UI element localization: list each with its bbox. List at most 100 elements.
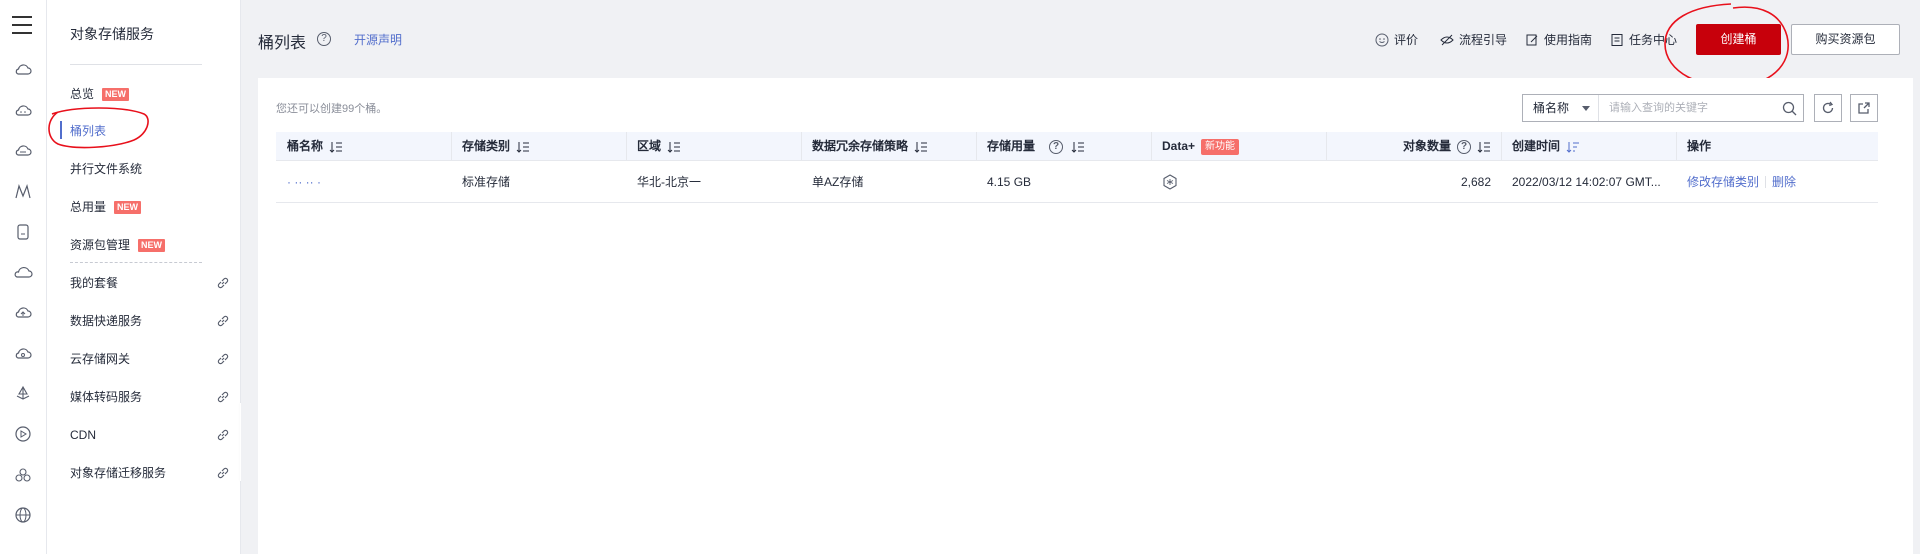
menu-item-bucket-list[interactable]: 桶列表 bbox=[70, 121, 230, 141]
col-actions: 操作 bbox=[1676, 132, 1878, 161]
col-storage-class[interactable]: 存储类别 bbox=[451, 132, 626, 161]
menu-item-my-plan[interactable]: 我的套餐 bbox=[70, 273, 230, 293]
help-icon[interactable]: ? bbox=[317, 32, 331, 46]
delete-bucket-link[interactable]: 删除 bbox=[1772, 161, 1796, 203]
search-field-select[interactable]: 桶名称 bbox=[1523, 95, 1599, 121]
action-divider bbox=[1765, 176, 1767, 188]
sort-active-icon[interactable] bbox=[1566, 141, 1580, 153]
menu-item-label: CDN bbox=[70, 428, 96, 442]
process-guide-button[interactable]: 流程引导 bbox=[1440, 31, 1507, 48]
refresh-button[interactable] bbox=[1814, 94, 1842, 122]
user-guide-button[interactable]: 使用指南 bbox=[1525, 31, 1592, 48]
sort-icon[interactable] bbox=[1071, 141, 1085, 153]
process-guide-label: 流程引导 bbox=[1459, 33, 1508, 47]
search-icon[interactable] bbox=[1782, 101, 1797, 116]
col-region[interactable]: 区域 bbox=[626, 132, 801, 161]
smile-icon bbox=[1375, 33, 1389, 46]
help-icon[interactable]: ? bbox=[1457, 139, 1471, 154]
cell-actions: 修改存储类别 删除 bbox=[1676, 161, 1878, 203]
cdn-icon[interactable] bbox=[13, 384, 33, 404]
caret-down-icon bbox=[1582, 106, 1590, 111]
column-label: 存储类别 bbox=[462, 139, 511, 153]
create-bucket-button[interactable]: 创建桶 bbox=[1696, 24, 1781, 55]
sort-icon[interactable] bbox=[516, 141, 530, 153]
cell-storage-class: 标准存储 bbox=[462, 175, 511, 189]
export-button[interactable] bbox=[1850, 94, 1878, 122]
external-link-icon bbox=[217, 467, 229, 479]
cell-usage: 4.15 GB bbox=[987, 175, 1032, 189]
cloud-icon[interactable] bbox=[13, 263, 33, 283]
col-created-time[interactable]: 创建时间 bbox=[1501, 132, 1676, 161]
cloud-storage-icon[interactable] bbox=[13, 60, 33, 80]
search-bar: 桶名称 bbox=[1522, 94, 1804, 122]
menu-item-data-express[interactable]: 数据快递服务 bbox=[70, 311, 230, 331]
menu-item-total-usage[interactable]: 总用量 NEW bbox=[70, 197, 230, 217]
globe-icon[interactable] bbox=[13, 505, 33, 525]
menu-item-parallel-fs[interactable]: 并行文件系统 bbox=[70, 159, 230, 179]
network-icon[interactable] bbox=[13, 182, 33, 202]
menu-item-cdn[interactable]: CDN bbox=[70, 425, 230, 445]
new-badge: NEW bbox=[114, 200, 142, 214]
menu-item-label: 桶列表 bbox=[70, 124, 107, 138]
rate-button[interactable]: 评价 bbox=[1375, 31, 1418, 48]
cell-created-time: 2022/03/12 14:02:07 GMT... bbox=[1512, 175, 1661, 189]
col-object-count[interactable]: 对象数量 ? bbox=[1326, 132, 1501, 161]
sort-icon[interactable] bbox=[914, 141, 928, 153]
column-label: 操作 bbox=[1687, 139, 1712, 153]
bucket-quota-text: 您还可以创建99个桶。 bbox=[276, 103, 388, 115]
col-redundancy-policy[interactable]: 数据冗余存储策略 bbox=[801, 132, 976, 161]
search-input[interactable] bbox=[1599, 95, 1803, 121]
cloud-server-icon[interactable] bbox=[13, 101, 33, 121]
export-icon bbox=[1858, 102, 1870, 114]
menu-title: 对象存储服务 bbox=[70, 26, 154, 42]
external-link-icon bbox=[217, 391, 229, 403]
modify-storage-class-link[interactable]: 修改存储类别 bbox=[1687, 161, 1759, 203]
col-storage-usage[interactable]: 存储用量 ? bbox=[976, 132, 1151, 161]
menu-item-resource-packages[interactable]: 资源包管理 NEW bbox=[70, 235, 230, 255]
sort-icon[interactable] bbox=[667, 141, 681, 153]
menu-dashed-divider bbox=[70, 262, 202, 263]
cell-region: 华北-北京一 bbox=[637, 175, 701, 189]
hamburger-menu-icon[interactable] bbox=[12, 16, 32, 34]
menu-item-media-transcoding[interactable]: 媒体转码服务 bbox=[70, 387, 230, 407]
cell-data-plus bbox=[1151, 161, 1326, 203]
data-plus-hexagon-icon[interactable] bbox=[1162, 174, 1178, 190]
cloud-database-icon[interactable] bbox=[13, 141, 33, 161]
new-feature-badge: 新功能 bbox=[1201, 138, 1240, 155]
storage-device-icon[interactable] bbox=[13, 222, 33, 242]
menu-item-label: 对象存储迁移服务 bbox=[70, 466, 167, 480]
cloud-sync-icon[interactable] bbox=[13, 344, 33, 364]
new-badge: NEW bbox=[138, 238, 166, 252]
task-center-button[interactable]: 任务中心 bbox=[1610, 31, 1677, 48]
menu-item-label: 总用量 bbox=[70, 200, 107, 214]
external-link-icon bbox=[217, 429, 229, 441]
task-list-icon bbox=[1611, 33, 1623, 46]
active-indicator bbox=[60, 121, 62, 139]
obs-side-menu: 对象存储服务 总览 NEW 桶列表 并行文件系统 总用量 NEW 资源包管理 N… bbox=[48, 0, 241, 554]
sort-icon[interactable] bbox=[1477, 141, 1491, 153]
media-icon[interactable] bbox=[13, 424, 33, 444]
service-icon-rail bbox=[0, 0, 47, 554]
help-icon[interactable]: ? bbox=[1049, 139, 1064, 154]
menu-item-label: 媒体转码服务 bbox=[70, 390, 143, 404]
col-bucket-name[interactable]: 桶名称 bbox=[276, 132, 451, 161]
column-label: 存储用量 bbox=[987, 139, 1036, 153]
column-label: 区域 bbox=[637, 139, 662, 153]
cluster-icon[interactable] bbox=[13, 465, 33, 485]
menu-item-migration[interactable]: 对象存储迁移服务 bbox=[70, 463, 230, 483]
cloud-upload-icon[interactable] bbox=[13, 303, 33, 323]
page-title: 桶列表 bbox=[258, 35, 307, 52]
bucket-name-link[interactable]: · ·· ·· · bbox=[287, 161, 321, 203]
menu-divider bbox=[70, 64, 202, 65]
cell-bucket-name: · ·· ·· · bbox=[276, 161, 451, 203]
main-content: 桶列表 ? 开源声明 评价 流程引导 使用指南 任务中心 创建桶 购买资源包 您… bbox=[241, 0, 1920, 554]
page: 对象存储服务 总览 NEW 桶列表 并行文件系统 总用量 NEW 资源包管理 N… bbox=[0, 0, 1920, 554]
buy-resource-package-button[interactable]: 购买资源包 bbox=[1791, 24, 1900, 55]
menu-item-overview[interactable]: 总览 NEW bbox=[70, 84, 230, 104]
task-center-label: 任务中心 bbox=[1629, 33, 1678, 47]
open-source-link[interactable]: 开源声明 bbox=[354, 31, 402, 48]
cell-redundancy: 单AZ存储 bbox=[812, 175, 864, 189]
sort-icon[interactable] bbox=[329, 141, 343, 153]
column-label: Data+ bbox=[1162, 139, 1196, 153]
menu-item-storage-gateway[interactable]: 云存储网关 bbox=[70, 349, 230, 369]
